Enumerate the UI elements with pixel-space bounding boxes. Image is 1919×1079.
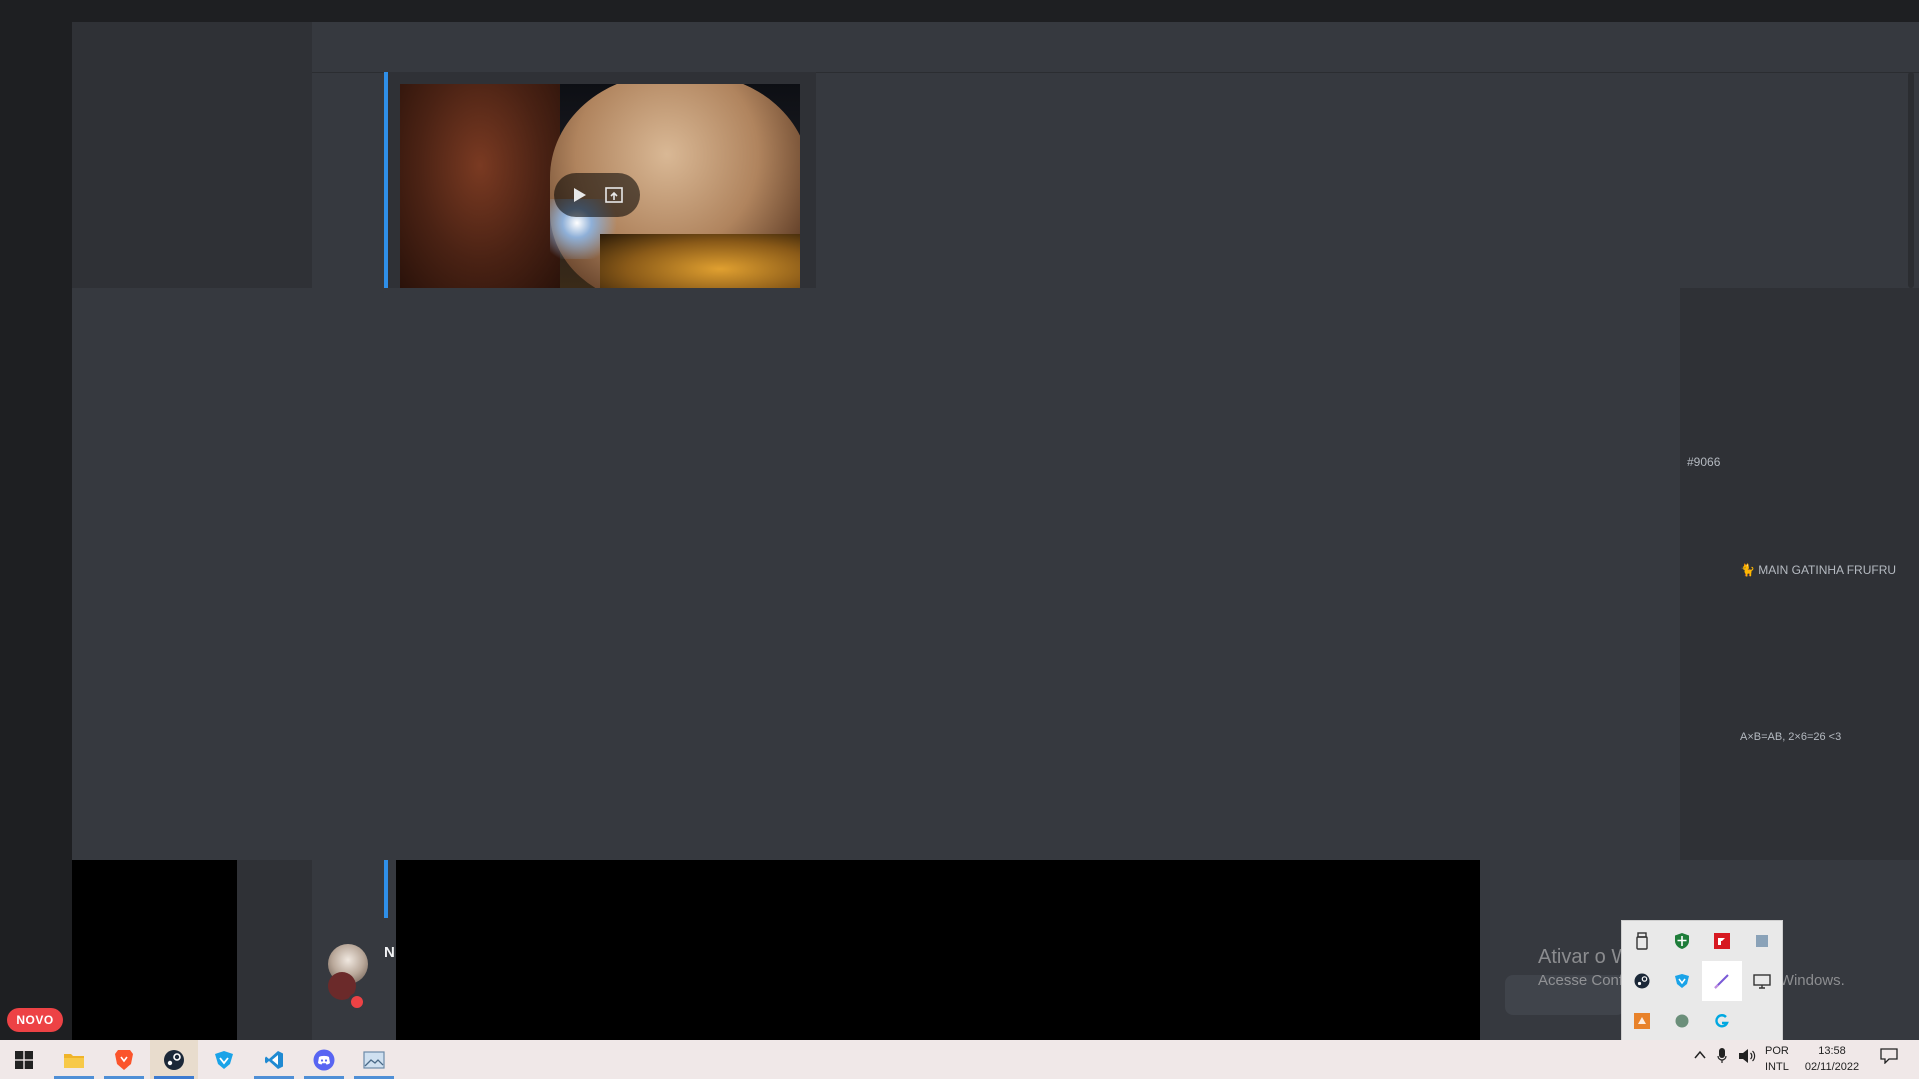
chevron-up-icon[interactable] xyxy=(1694,1048,1706,1064)
notifications-icon[interactable] xyxy=(1880,1048,1898,1067)
clock-time: 13:58 xyxy=(1818,1045,1846,1057)
taskbar-clock[interactable]: 13:58 02/11/2022 xyxy=(1800,1043,1864,1075)
channel-header xyxy=(312,22,1919,73)
keyboard-layout: INTL xyxy=(1765,1061,1789,1073)
game-launcher-icon[interactable] xyxy=(1622,1001,1662,1041)
scrollbar[interactable] xyxy=(1908,72,1914,288)
usb-drive-icon[interactable] xyxy=(1622,921,1662,961)
play-icon[interactable] xyxy=(568,183,592,207)
windows-security-icon[interactable] xyxy=(1662,921,1702,961)
amd-radeon-icon[interactable] xyxy=(1702,921,1742,961)
member-status-text: A×B=AB, 2×6=26 <3 xyxy=(1740,731,1842,743)
channel-sidebar xyxy=(72,22,312,288)
vpn-shield-icon[interactable] xyxy=(1662,961,1702,1001)
vpn-icon[interactable] xyxy=(200,1040,248,1079)
dnd-status-icon xyxy=(348,993,366,1011)
vscode-icon[interactable] xyxy=(250,1040,298,1079)
blank-app-icon[interactable] xyxy=(1742,921,1782,961)
embed-accent-bar xyxy=(384,860,388,918)
brave-browser-icon[interactable] xyxy=(100,1040,148,1079)
clock-date: 02/11/2022 xyxy=(1804,1061,1860,1073)
file-explorer-icon[interactable] xyxy=(50,1040,98,1079)
language-code: POR xyxy=(1765,1045,1789,1057)
picture-in-picture-icon[interactable] xyxy=(602,183,626,207)
black-overlay-left xyxy=(72,860,237,1040)
photos-icon[interactable] xyxy=(350,1040,398,1079)
language-indicator[interactable]: POR INTL xyxy=(1765,1043,1789,1075)
member-status-text: 🐈 MAIN GATINHA FRUFRU xyxy=(1740,563,1897,577)
black-overlay-main xyxy=(396,860,1480,1040)
sidebar-strip xyxy=(237,860,312,1040)
microphone-icon[interactable] xyxy=(1717,1048,1727,1067)
message-area xyxy=(72,288,1680,860)
steam-icon[interactable] xyxy=(150,1040,198,1079)
display-icon[interactable] xyxy=(1742,961,1782,1001)
discord-icon[interactable] xyxy=(300,1040,348,1079)
member-tag: #9066 xyxy=(1687,455,1721,469)
video-controls xyxy=(554,173,640,217)
windows-start-icon[interactable] xyxy=(0,1040,48,1079)
new-badge[interactable]: NOVO xyxy=(7,1008,63,1032)
speaker-icon[interactable] xyxy=(1738,1048,1756,1067)
message-author[interactable]: N xyxy=(384,944,395,961)
pen-icon[interactable] xyxy=(1702,961,1742,1001)
tray-overflow-popup xyxy=(1621,920,1783,1042)
logitech-icon[interactable] xyxy=(1702,1001,1742,1041)
circle-app-icon[interactable] xyxy=(1662,1001,1702,1041)
steam-icon[interactable] xyxy=(1622,961,1662,1001)
